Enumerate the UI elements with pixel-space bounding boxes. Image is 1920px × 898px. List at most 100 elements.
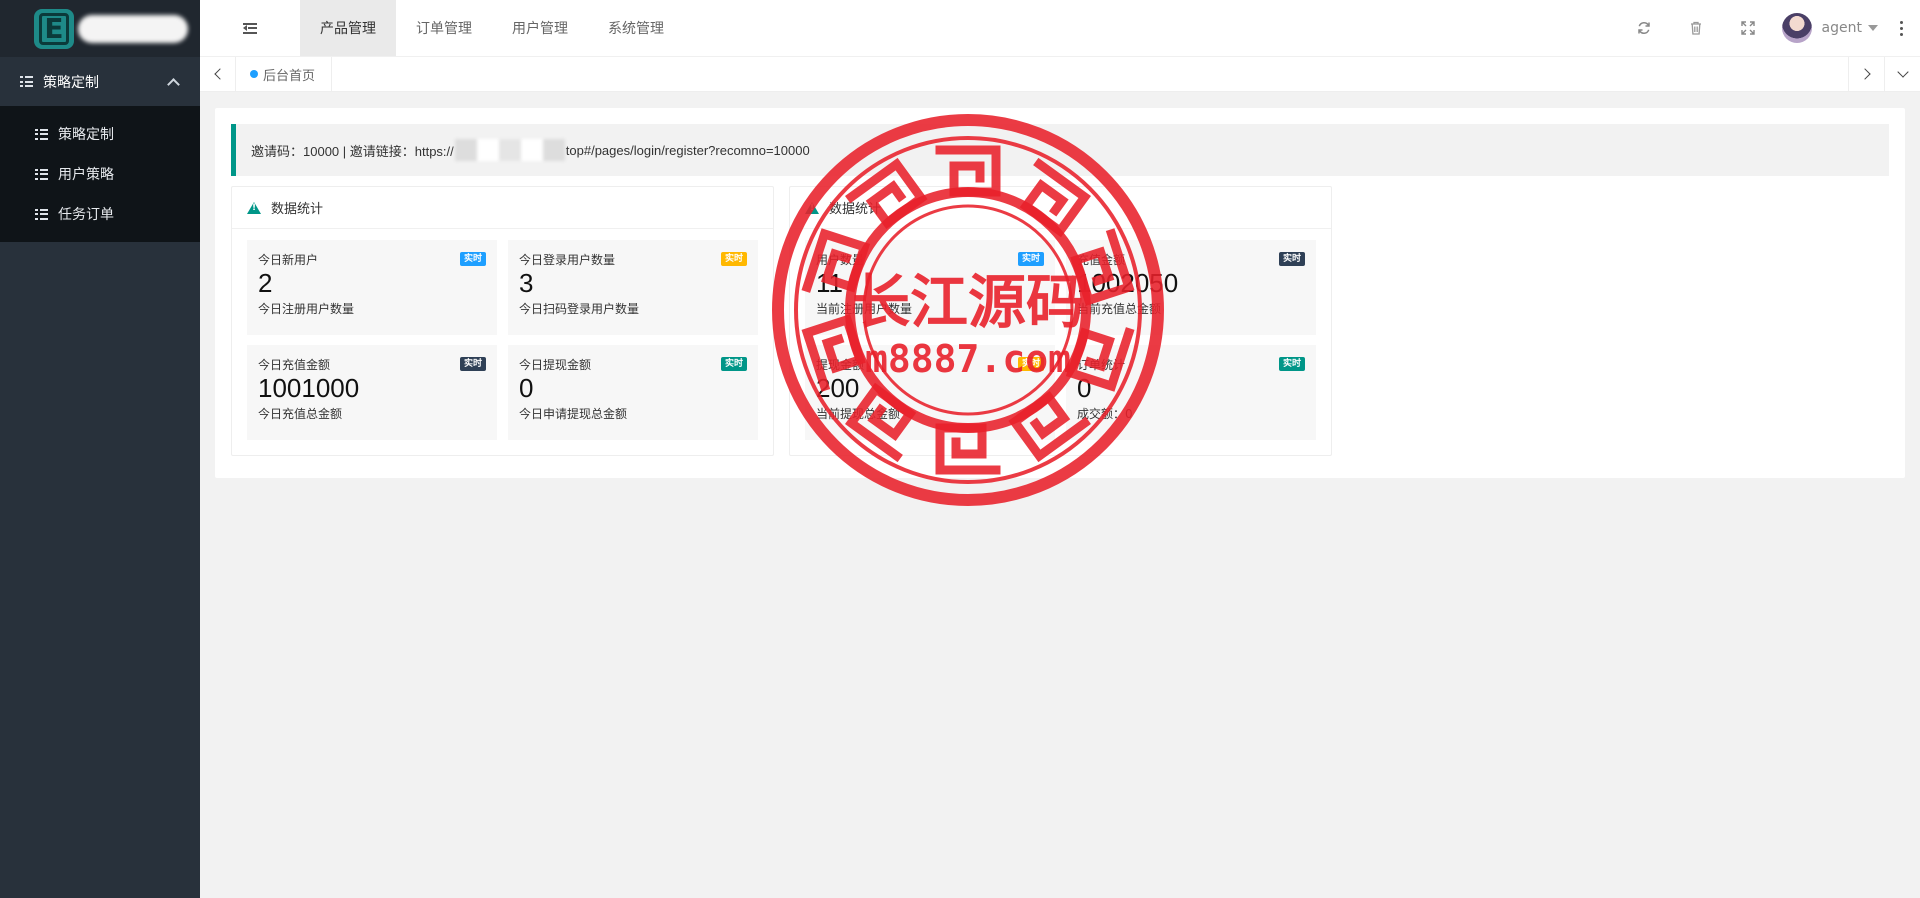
active-dot (250, 70, 258, 78)
chevron-left-icon (213, 68, 226, 80)
chevron-down-icon (1896, 66, 1909, 78)
card-title: 今日新用户 (258, 253, 319, 267)
tab-label: 后台首页 (263, 68, 316, 84)
avatar (1781, 13, 1812, 43)
warning-icon (805, 201, 819, 214)
list-icon (35, 168, 48, 180)
card-value: 11 (816, 268, 843, 298)
card-title: 今日充值金额 (258, 358, 331, 372)
realtime-badge: 实时 (1278, 252, 1305, 266)
header-spacer (684, 0, 1618, 56)
more-button[interactable] (1890, 0, 1912, 56)
sidebar: E 策略定制 策略定制 用户策略 任务订单 (0, 0, 200, 898)
logo-mark: E (34, 8, 74, 49)
sidebar-toggle-button[interactable] (200, 0, 300, 56)
sidebar-group-label: 策略定制 (43, 74, 99, 91)
sidebar-item-task-orders[interactable]: 任务订单 (0, 194, 200, 234)
list-icon (35, 128, 48, 140)
stat-card-recharge-total: 充值金额 实时 1002050 当前充值总金额 (1066, 240, 1316, 335)
invite-domain-redacted (454, 139, 565, 161)
stat-card-user-count: 用户数量 实时 11 当前注册用户数量 (805, 240, 1055, 335)
list-icon (20, 76, 33, 87)
top-header: 产品管理 订单管理 用户管理 系统管理 agent (200, 0, 1920, 57)
indent-icon (243, 22, 257, 34)
invite-prefix: 邀请码：10000 | 邀请链接：https:// (251, 143, 454, 159)
sidebar-item-label: 用户策略 (58, 167, 114, 183)
sidebar-item-label: 任务订单 (58, 207, 114, 223)
realtime-badge: 实时 (720, 357, 747, 371)
tabs-dropdown-button[interactable] (1884, 57, 1920, 91)
main-content: 邀请码：10000 | 邀请链接：https:// top#/pages/log… (215, 108, 1905, 478)
realtime-badge: 实时 (720, 252, 747, 266)
card-value: 1001000 (258, 373, 360, 403)
tab-user-management[interactable]: 用户管理 (492, 0, 588, 56)
logo[interactable]: E (0, 0, 200, 57)
panel-header: 数据统计 (790, 187, 1331, 229)
fullscreen-button[interactable] (1722, 0, 1774, 56)
trash-icon (1690, 21, 1701, 35)
sidebar-group-strategy[interactable]: 策略定制 (0, 57, 200, 106)
list-icon (35, 208, 48, 220)
stat-card-order-stats: 订单统计 实时 0 成交额：0 (1066, 345, 1316, 440)
panel-title: 数据统计 (829, 202, 882, 217)
card-value: 1002050 (1077, 268, 1179, 298)
stat-card-withdraw-total: 提现金额 实时 200 当前提现总金额 (805, 345, 1055, 440)
refresh-button[interactable] (1618, 0, 1670, 56)
card-title: 提现金额 (816, 358, 865, 372)
stat-card-today-recharge: 今日充值金额 实时 1001000 今日充值总金额 (247, 345, 497, 440)
invite-banner: 邀请码：10000 | 邀请链接：https:// top#/pages/log… (231, 124, 1889, 176)
tab-product-management[interactable]: 产品管理 (300, 0, 396, 56)
sidebar-item-user-strategy[interactable]: 用户策略 (0, 154, 200, 194)
more-icon (1899, 20, 1903, 24)
user-menu[interactable]: agent (1774, 0, 1890, 56)
sidebar-item-label: 策略定制 (58, 127, 114, 143)
stat-card-login-users: 今日登录用户数量 实时 3 今日扫码登录用户数量 (508, 240, 758, 335)
card-value: 0 (1077, 373, 1092, 403)
card-value: 2 (258, 268, 273, 298)
stats-panel-today: 数据统计 今日新用户 实时 2 今日注册用户数量 今日登录用户数量 实时 3 今… (231, 186, 774, 456)
logo-text-redacted (78, 14, 188, 43)
tab-system-management[interactable]: 系统管理 (588, 0, 684, 56)
card-title: 今日提现金额 (519, 358, 592, 372)
invite-suffix: top#/pages/login/register?recomno=10000 (565, 142, 810, 158)
clear-cache-button[interactable] (1670, 0, 1722, 56)
card-subtitle: 今日充值总金额 (258, 407, 343, 421)
tab-dashboard-home[interactable]: 后台首页 (236, 57, 333, 91)
card-subtitle: 成交额：0 (1077, 407, 1133, 421)
card-subtitle: 当前提现总金额 (816, 407, 901, 421)
stat-card-new-users: 今日新用户 实时 2 今日注册用户数量 (247, 240, 497, 335)
card-subtitle: 今日注册用户数量 (258, 302, 355, 316)
page-tab-bar: 后台首页 (200, 57, 1920, 92)
fullscreen-icon (1740, 21, 1755, 35)
username: agent (1821, 20, 1862, 36)
tab-order-management[interactable]: 订单管理 (396, 0, 492, 56)
card-title: 用户数量 (816, 253, 865, 267)
sidebar-item-strategy[interactable]: 策略定制 (0, 114, 200, 154)
card-value: 0 (519, 373, 534, 403)
card-subtitle: 当前充值总金额 (1077, 302, 1162, 316)
tabbar-spacer (332, 57, 1848, 91)
realtime-badge: 实时 (1278, 357, 1305, 371)
panel-header: 数据统计 (232, 187, 773, 229)
refresh-icon (1637, 22, 1650, 34)
realtime-badge: 实时 (1017, 252, 1044, 266)
warning-icon (247, 201, 261, 214)
stat-card-today-withdraw: 今日提现金额 实时 0 今日申请提现总金额 (508, 345, 758, 440)
card-subtitle: 今日申请提现总金额 (519, 407, 628, 421)
stats-panel-total: 数据统计 用户数量 实时 11 当前注册用户数量 充值金额 实时 1002050… (789, 186, 1332, 456)
realtime-badge: 实时 (1017, 357, 1044, 371)
realtime-badge: 实时 (459, 252, 486, 266)
card-value: 200 (816, 373, 860, 403)
card-value: 3 (519, 268, 534, 298)
card-subtitle: 今日扫码登录用户数量 (519, 302, 640, 316)
card-subtitle: 当前注册用户数量 (816, 302, 913, 316)
panel-title: 数据统计 (271, 202, 324, 217)
card-title: 充值金额 (1077, 253, 1126, 267)
tabs-scroll-right-button[interactable] (1848, 57, 1884, 91)
card-title: 今日登录用户数量 (519, 253, 616, 267)
sidebar-submenu: 策略定制 用户策略 任务订单 (0, 106, 200, 242)
tabs-scroll-left-button[interactable] (200, 57, 236, 91)
chevron-up-icon (167, 77, 180, 91)
realtime-badge: 实时 (459, 357, 486, 371)
caret-down-icon (1868, 25, 1878, 31)
